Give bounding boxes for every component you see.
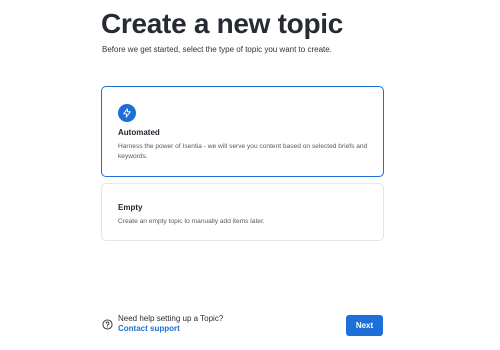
card-description-automated: Harness the power of Isentia - we will s… (118, 143, 368, 160)
page-title: Create a new topic (101, 8, 344, 39)
topic-type-card-empty[interactable]: Empty Create an empty topic to manually … (101, 183, 384, 241)
card-description-empty: Create an empty topic to manually add it… (118, 218, 265, 225)
contact-support-link[interactable]: Contact support (118, 324, 223, 334)
card-title-empty: Empty (118, 203, 143, 212)
question-circle-icon (102, 318, 113, 330)
page-subtitle: Before we get started, select the type o… (102, 45, 332, 54)
card-title-automated: Automated (118, 128, 160, 137)
create-topic-page: Create a new topic Before we get started… (0, 0, 500, 350)
topic-type-card-automated[interactable]: Automated Harness the power of Isentia -… (101, 86, 384, 177)
help-label: Need help setting up a Topic? (118, 314, 224, 323)
next-button[interactable]: Next (346, 315, 383, 336)
help-section: Need help setting up a Topic? Contact su… (102, 314, 223, 334)
lightning-bolt-icon (118, 104, 136, 122)
